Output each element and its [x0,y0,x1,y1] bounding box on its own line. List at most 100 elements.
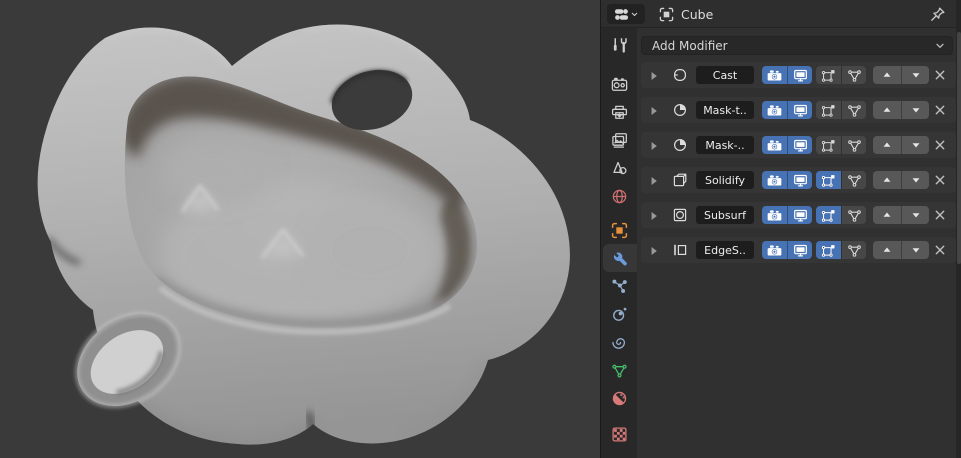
viewport-visibility-toggle[interactable] [787,66,812,84]
render-visibility-toggle[interactable] [762,136,787,154]
on-cage-toggle[interactable] [841,206,866,224]
render-visibility-toggle[interactable] [762,66,787,84]
breadcrumb-object-name[interactable]: Cube [681,7,713,22]
scrollbar[interactable] [956,0,961,458]
object-icon [611,222,628,239]
chevron-down-icon [630,10,639,19]
editmode-visibility-toggle[interactable] [816,101,841,119]
move-modifier-up-button[interactable] [873,66,901,84]
render-visibility-toggle[interactable] [762,101,787,119]
on-cage-toggle[interactable] [841,101,866,119]
pin-icon [929,6,946,23]
viewport-visibility-toggle[interactable] [787,136,812,154]
expand-arrow-icon[interactable] [647,173,661,187]
move-modifier-down-button[interactable] [901,66,929,84]
viewport-visibility-toggle[interactable] [787,206,812,224]
properties-tab-world[interactable] [601,182,637,210]
properties-tab-data[interactable] [601,356,637,384]
camera-icon [767,138,782,153]
editmode-visibility-toggle[interactable] [816,66,841,84]
move-modifier-down-button[interactable] [901,136,929,154]
editmode-visibility-toggle[interactable] [816,241,841,259]
expand-arrow-icon[interactable] [647,103,661,117]
monitor-icon [793,208,808,223]
delete-modifier-button[interactable] [931,137,948,154]
move-modifier-up-button[interactable] [873,101,901,119]
properties-tab-view-layer[interactable] [601,126,637,154]
expand-arrow-icon[interactable] [647,68,661,82]
add-modifier-label: Add Modifier [652,39,934,53]
viewport-visibility-toggle[interactable] [787,241,812,259]
monitor-icon [793,138,808,153]
move-modifier-up-button[interactable] [873,171,901,189]
modifier-name-field[interactable]: Mask-.. [696,136,754,154]
close-icon [932,67,948,83]
properties-tab-output[interactable] [601,98,637,126]
breadcrumb: Cube [659,0,713,28]
modifier-name-field[interactable]: Solidify [696,171,754,189]
texture-icon [611,426,628,443]
move-modifier-down-button[interactable] [901,206,929,224]
move-modifier-up-button[interactable] [873,206,901,224]
delete-modifier-button[interactable] [931,67,948,84]
mesh-data-icon [611,362,628,379]
blender-window: Cube Add Modifier Cast [0,0,961,458]
add-modifier-dropdown[interactable]: Add Modifier [641,36,953,55]
expand-arrow-icon[interactable] [647,243,661,257]
modifier-name-field[interactable]: Mask-t.. [696,101,754,119]
properties-tab-object[interactable] [601,216,637,244]
viewport-visibility-toggle[interactable] [787,171,812,189]
properties-tab-tool[interactable] [601,31,637,59]
particles-icon [611,278,628,295]
on-cage-icon [847,243,862,258]
3d-viewport[interactable] [0,0,600,458]
render-visibility-toggle[interactable] [762,241,787,259]
properties-tab-scene[interactable] [601,154,637,182]
delete-modifier-button[interactable] [931,242,948,259]
on-cage-toggle[interactable] [841,171,866,189]
modifier-row: Mask-t.. [641,97,956,123]
on-cage-icon [847,173,862,188]
properties-tab-physics[interactable] [601,300,637,328]
pin-id-button[interactable] [929,6,946,23]
editmode-visibility-toggle[interactable] [816,206,841,224]
move-modifier-down-button[interactable] [901,241,929,259]
properties-tab-render[interactable] [601,70,637,98]
move-modifier-down-button[interactable] [901,101,929,119]
delete-modifier-button[interactable] [931,172,948,189]
properties-tab-constraints[interactable] [601,328,637,356]
on-cage-toggle[interactable] [841,241,866,259]
render-visibility-toggle[interactable] [762,171,787,189]
properties-tab-texture[interactable] [601,420,637,448]
editmode-visibility-toggle[interactable] [816,136,841,154]
properties-tab-modifiers[interactable] [603,244,637,272]
on-cage-toggle[interactable] [841,66,866,84]
modifier-name-field[interactable]: EdgeS.. [696,241,754,259]
move-modifier-up-button[interactable] [873,241,901,259]
on-cage-icon [847,208,862,223]
on-cage-toggle[interactable] [841,136,866,154]
editmode-visibility-toggle[interactable] [816,171,841,189]
modifier-name-field[interactable]: Subsurf [696,206,754,224]
editmode-icon [821,173,836,188]
arrow-up-icon [881,139,893,151]
viewport-visibility-toggle[interactable] [787,101,812,119]
monitor-icon [793,103,808,118]
move-modifier-down-button[interactable] [901,171,929,189]
modifier-name-field[interactable]: Cast [696,66,754,84]
editmode-icon [821,103,836,118]
delete-modifier-button[interactable] [931,102,948,119]
render-visibility-toggle[interactable] [762,206,787,224]
properties-tab-material[interactable] [601,384,637,412]
monitor-icon [793,173,808,188]
arrow-down-icon [910,139,922,151]
on-cage-icon [847,138,862,153]
view-layer-icon [611,132,628,149]
delete-modifier-button[interactable] [931,207,948,224]
expand-arrow-icon[interactable] [647,208,661,222]
scrollbar-thumb[interactable] [957,32,961,264]
expand-arrow-icon[interactable] [647,138,661,152]
move-modifier-up-button[interactable] [873,136,901,154]
editor-type-button[interactable] [607,4,645,24]
properties-tab-particles[interactable] [601,272,637,300]
